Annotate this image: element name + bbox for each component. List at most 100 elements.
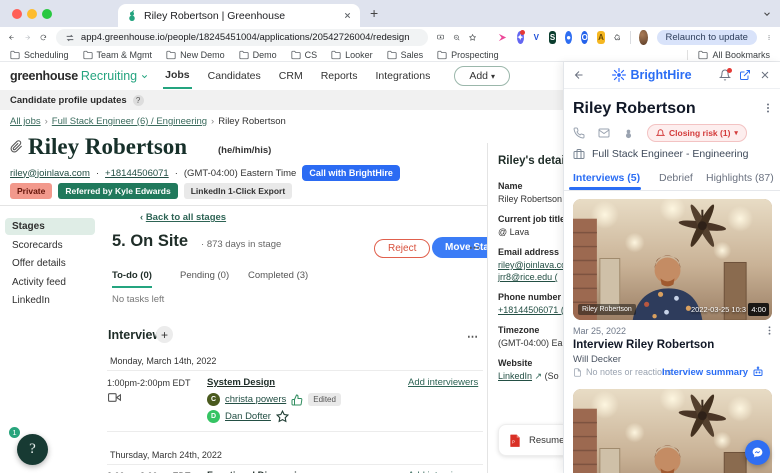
- forward-icon[interactable]: [24, 31, 31, 44]
- extensions-puzzle-icon[interactable]: [614, 31, 621, 44]
- extension-camera-icon[interactable]: O: [581, 31, 588, 44]
- interview-video-thumbnail[interactable]: Riley Robertson 2022-03-25 10:3 4:00: [573, 199, 772, 320]
- bookmark-star-icon[interactable]: [469, 31, 476, 44]
- all-bookmarks-button[interactable]: All Bookmarks: [687, 50, 770, 60]
- resume-card[interactable]: P Resume: [498, 424, 563, 456]
- browser-tab[interactable]: Riley Robertson | Greenhouse: [118, 4, 360, 27]
- extension-v-icon[interactable]: V: [533, 31, 540, 44]
- brighthire-logo: BrightHire: [612, 68, 691, 82]
- extension-pink-icon[interactable]: [497, 31, 508, 44]
- reject-button[interactable]: Reject: [374, 239, 430, 258]
- help-question-icon[interactable]: ?: [133, 95, 144, 106]
- nav-jobs[interactable]: Jobs: [163, 63, 192, 89]
- chat-bubble-icon: [751, 446, 764, 459]
- folder-icon: [83, 50, 93, 60]
- browser-toolbar: app4.greenhouse.io/people/18245451004/ap…: [0, 27, 780, 48]
- interview-name-link[interactable]: System Design: [207, 377, 275, 388]
- sidebar-item-activity-feed[interactable]: Activity feed: [12, 277, 66, 288]
- window-close-dot[interactable]: [12, 9, 22, 19]
- nav-reports[interactable]: Reports: [319, 64, 360, 88]
- candidate-phone-link[interactable]: +18144506071: [105, 168, 169, 179]
- add-interviewers-link[interactable]: Add interviewers: [408, 377, 478, 388]
- url-text[interactable]: app4.greenhouse.io/people/18245451004/ap…: [81, 32, 410, 43]
- sidebar-item-stages[interactable]: Stages: [12, 221, 45, 232]
- panel-more-icon[interactable]: [762, 102, 774, 114]
- back-to-stages-link[interactable]: ‹ Back to all stages: [140, 212, 226, 223]
- tab-completed[interactable]: Completed (3): [248, 270, 308, 281]
- greenhouse-logo[interactable]: greenhouse Recruiting: [10, 69, 149, 83]
- tab-close-icon[interactable]: [343, 11, 352, 20]
- breadcrumb-all-jobs[interactable]: All jobs: [10, 116, 41, 127]
- bookmark-folder[interactable]: Prospecting: [437, 50, 499, 60]
- entry-more-icon[interactable]: [764, 325, 775, 336]
- mail-icon[interactable]: [598, 127, 610, 139]
- relaunch-button[interactable]: Relaunch to update: [657, 30, 757, 45]
- bookmark-folder[interactable]: Looker: [331, 50, 373, 60]
- add-interview-button[interactable]: +: [156, 326, 173, 343]
- chrome-menu-icon[interactable]: [766, 32, 772, 43]
- breadcrumb-job[interactable]: Full Stack Engineer (6) / Engineering: [52, 116, 207, 127]
- interview-video-thumbnail[interactable]: [573, 389, 772, 473]
- interviews-more-icon[interactable]: ⋯: [467, 330, 479, 343]
- email-link[interactable]: riley@joinlava.com: [498, 260, 563, 270]
- stage-more-icon[interactable]: ⋯: [469, 241, 481, 254]
- bookmark-folder[interactable]: Scheduling: [10, 50, 69, 60]
- notifications-bell[interactable]: [719, 69, 731, 81]
- back-icon[interactable]: [8, 31, 15, 44]
- profile-avatar[interactable]: [639, 30, 647, 45]
- tab-search-chevron-icon[interactable]: [762, 9, 772, 19]
- window-zoom-dot[interactable]: [42, 9, 52, 19]
- save-page-icon[interactable]: [437, 31, 444, 44]
- alert-bell-icon: [656, 129, 665, 138]
- bookmark-folder[interactable]: Sales: [387, 50, 424, 60]
- tab-todo[interactable]: To-do (0): [112, 270, 152, 288]
- zoom-icon[interactable]: [453, 31, 460, 44]
- star-icon[interactable]: [276, 410, 289, 423]
- bookmark-folder[interactable]: Team & Mgmt: [83, 50, 153, 60]
- call-with-brighthire-button[interactable]: Call with BrightHire: [302, 165, 400, 181]
- bookmark-folder[interactable]: CS: [291, 50, 318, 60]
- sidebar-item-linkedin[interactable]: LinkedIn: [12, 295, 50, 306]
- panel-tab-interviews[interactable]: Interviews (5): [573, 172, 640, 184]
- add-button[interactable]: Add ▾: [454, 66, 510, 86]
- nav-integrations[interactable]: Integrations: [373, 64, 432, 88]
- open-external-icon[interactable]: [739, 69, 751, 81]
- extension-gear-icon[interactable]: ✦: [517, 31, 524, 44]
- greenhouse-icon[interactable]: [623, 128, 634, 139]
- url-bar[interactable]: app4.greenhouse.io/people/18245451004/ap…: [56, 29, 428, 46]
- linkedin-export-badge[interactable]: LinkedIn 1-Click Export: [184, 183, 292, 199]
- refresh-icon[interactable]: [40, 32, 47, 44]
- bookmark-folder[interactable]: Demo: [239, 50, 277, 60]
- interview-summary-link[interactable]: Interview summary: [662, 366, 764, 378]
- interviewer-link[interactable]: christa powers: [225, 394, 286, 405]
- panel-back-icon[interactable]: [573, 69, 585, 81]
- sidebar-item-offer-details[interactable]: Offer details: [12, 258, 66, 269]
- field-value: Riley Robertson: [498, 194, 563, 204]
- paperclip-icon[interactable]: [10, 140, 23, 153]
- closing-risk-pill[interactable]: Closing risk (1)▾: [647, 124, 747, 142]
- panel-tab-debrief[interactable]: Debrief: [659, 172, 693, 184]
- panel-close-icon[interactable]: [759, 69, 771, 81]
- candidate-email-link[interactable]: riley@joinlava.com: [10, 168, 90, 179]
- help-widget-button[interactable]: ?: [17, 434, 48, 465]
- extension-a-icon[interactable]: A: [597, 31, 604, 44]
- new-tab-button[interactable]: +: [370, 5, 378, 21]
- chat-widget-button[interactable]: [745, 440, 770, 465]
- extension-lock-icon[interactable]: ●: [565, 31, 572, 44]
- tab-pending[interactable]: Pending (0): [180, 270, 229, 281]
- linkedin-link[interactable]: LinkedIn: [498, 371, 532, 381]
- nav-candidates[interactable]: Candidates: [206, 64, 263, 88]
- site-info-icon[interactable]: [65, 33, 75, 43]
- sidebar-item-scorecards[interactable]: Scorecards: [12, 240, 63, 251]
- email-link[interactable]: jrr8@rice.edu (: [498, 272, 558, 282]
- thumbs-up-icon[interactable]: [291, 394, 303, 406]
- extension-s-icon[interactable]: S: [549, 31, 556, 44]
- panel-tab-highlights[interactable]: Highlights (87): [706, 172, 774, 184]
- entry-title[interactable]: Interview Riley Robertson: [573, 339, 714, 351]
- phone-link[interactable]: +18144506071 (: [498, 305, 563, 315]
- bookmark-folder[interactable]: New Demo: [166, 50, 225, 60]
- window-minimize-dot[interactable]: [27, 9, 37, 19]
- phone-icon[interactable]: [573, 127, 585, 139]
- interviewer-link[interactable]: Dan Dofter: [225, 411, 271, 422]
- nav-crm[interactable]: CRM: [277, 64, 305, 88]
